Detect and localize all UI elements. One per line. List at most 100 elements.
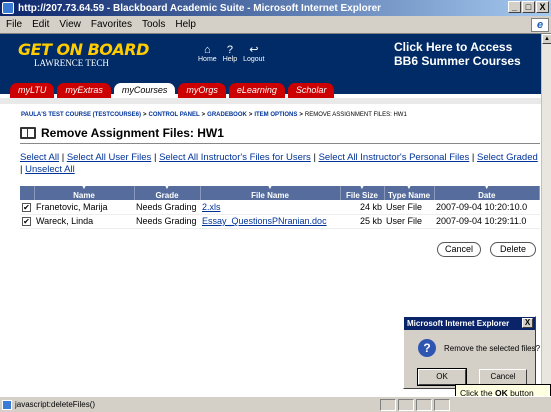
status-pane [434,399,450,411]
column-label: Grade [155,191,179,200]
column-label: File Size [345,191,378,200]
status-pane [380,399,396,411]
select-all-link[interactable]: Select All [20,152,59,163]
file-size: 24 kb [340,200,384,215]
select-all-user-files-link[interactable]: Select All User Files [67,152,151,163]
table-header-row: ▼ Name ▼ Grade ▼ File Name ▼ File Size ▼ Type… [20,185,540,200]
tab-myltu[interactable]: myLTU [10,83,55,98]
select-instructor-files-for-users-link[interactable]: Select All Instructor's Files for Users [159,152,311,163]
breadcrumb-course[interactable]: PAULA'S TEST COURSE (TESTCOURSE6) [21,112,141,118]
column-header-name[interactable]: ▼ Name [34,185,135,200]
ie-window-icon [2,2,14,14]
status-pane [398,399,414,411]
dialog-title: Microsoft Internet Explorer [407,319,510,328]
column-header-date[interactable]: ▼ Date [434,185,540,200]
file-size: 25 kb [340,214,384,229]
tab-scholar[interactable]: Scholar [287,83,335,98]
file-link[interactable]: Essay_QuestionsPNranian.doc [202,216,327,226]
window-title: http://207.73.64.59 - Blackboard Academi… [18,2,382,14]
column-header-grade[interactable]: ▼ Grade [134,185,201,200]
column-label: Type Name [387,191,431,200]
scroll-up-icon[interactable]: ▲ [542,34,551,44]
dialog-message: Remove the selected files? [444,344,541,353]
status-bar: javascript:deleteFiles() [0,396,551,412]
column-header-select [20,186,35,200]
unselect-all-link[interactable]: Unselect All [25,164,75,175]
menu-edit[interactable]: Edit [32,19,49,30]
site-logo-subtitle: LAWRENCE TECH [34,58,109,68]
tab-elearning[interactable]: eLearning [228,83,285,98]
maximize-button[interactable]: □ [522,1,535,13]
select-graded-link[interactable]: Select Graded [477,152,538,163]
tab-myorgs[interactable]: myOrgs [178,83,226,98]
confirm-dialog: Microsoft Internet Explorer X ? Remove t… [403,316,540,389]
help-link[interactable]: ? Help [223,44,237,63]
home-icon: ⌂ [204,44,211,56]
portal-tabs: myLTU myExtras myCourses myOrgs eLearnin… [10,83,335,98]
breadcrumb-control-panel[interactable]: CONTROL PANEL [149,112,200,118]
status-pane [416,399,432,411]
menu-file[interactable]: File [6,19,22,30]
dialog-titlebar: Microsoft Internet Explorer X [404,317,535,330]
link-sep: | [20,164,23,175]
breadcrumb: PAULA'S TEST COURSE (TESTCOURSE6) > CONTRO… [21,112,407,118]
window-titlebar: http://207.73.64.59 - Blackboard Academi… [0,0,551,16]
column-label: File Name [251,191,289,200]
table-row: ✔ Wareck, Linda Needs Grading Essay_Ques… [20,214,540,229]
menu-view[interactable]: View [59,19,81,30]
file-type: User File [384,214,434,229]
promo-line-2: BB6 Summer Courses [394,54,521,68]
menu-favorites[interactable]: Favorites [91,19,132,30]
link-sep: | [313,152,316,163]
files-table: ▼ Name ▼ Grade ▼ File Name ▼ File Size ▼ Type… [20,185,540,229]
cancel-button[interactable]: Cancel [437,242,481,257]
logout-link[interactable]: ↩ Logout [243,44,264,63]
page-title: Remove Assignment Files: HW1 [41,126,224,140]
menu-tools[interactable]: Tools [142,19,165,30]
breadcrumb-sep: > [201,112,206,118]
status-text: javascript:deleteFiles() [15,400,96,409]
column-label: Name [73,191,95,200]
row-checkbox[interactable]: ✔ [22,217,31,226]
logout-icon: ↩ [249,44,259,56]
tab-mycourses[interactable]: myCourses [113,83,176,98]
file-link[interactable]: 2.xls [202,202,221,212]
dialog-ok-button[interactable]: OK [417,368,467,386]
help-icon: ? [226,44,233,56]
home-link[interactable]: ⌂ Home [198,44,217,63]
minimize-button[interactable]: _ [508,1,521,13]
breadcrumb-sep: > [299,112,303,118]
breadcrumb-gradebook[interactable]: GRADEBOOK [207,112,247,118]
page-status-icon [2,399,12,410]
promo-line-1: Click Here to Access [394,40,513,54]
file-date: 2007-09-04 10:29:11.0 [434,214,540,229]
close-window-button[interactable]: X [536,1,549,13]
dialog-close-button[interactable]: X [522,318,533,328]
column-header-file-size[interactable]: ▼ File Size [340,185,385,200]
help-label: Help [222,56,238,63]
ie-throbber-icon: e [531,18,549,32]
select-instructor-personal-files-link[interactable]: Select All Instructor's Personal Files [319,152,470,163]
grade-status: Needs Grading [134,200,200,215]
vertical-scrollbar[interactable]: ▲ [541,34,551,394]
menu-bar: File Edit View Favorites Tools Help e [0,16,551,34]
row-checkbox[interactable]: ✔ [22,202,31,212]
window-controls: _ □ X [508,1,549,13]
student-name: Franetovic, Marija [34,200,134,215]
top-nav: ⌂ Home ? Help ↩ Logout [198,44,265,63]
link-sep: | [471,152,475,163]
title-divider [20,143,540,144]
link-sep: | [61,152,65,163]
grade-status: Needs Grading [134,214,200,229]
table-row: ✔ Franetovic, Marija Needs Grading 2.xls… [20,200,540,215]
tab-myextras[interactable]: myExtras [57,83,111,98]
row-checkbox-cell: ✔ [20,200,34,215]
menu-help[interactable]: Help [175,19,196,30]
column-header-file-name[interactable]: ▼ File Name [200,185,341,200]
site-logo[interactable]: GET ON BOARD [18,40,149,59]
delete-button[interactable]: Delete [490,242,536,257]
column-header-type-name[interactable]: ▼ Type Name [384,185,435,200]
breadcrumb-item-options[interactable]: ITEM OPTIONS [254,112,297,118]
bb6-promo-link[interactable]: Click Here to Access BB6 Summer Courses [394,40,521,68]
dialog-cancel-button[interactable]: Cancel [479,369,527,385]
